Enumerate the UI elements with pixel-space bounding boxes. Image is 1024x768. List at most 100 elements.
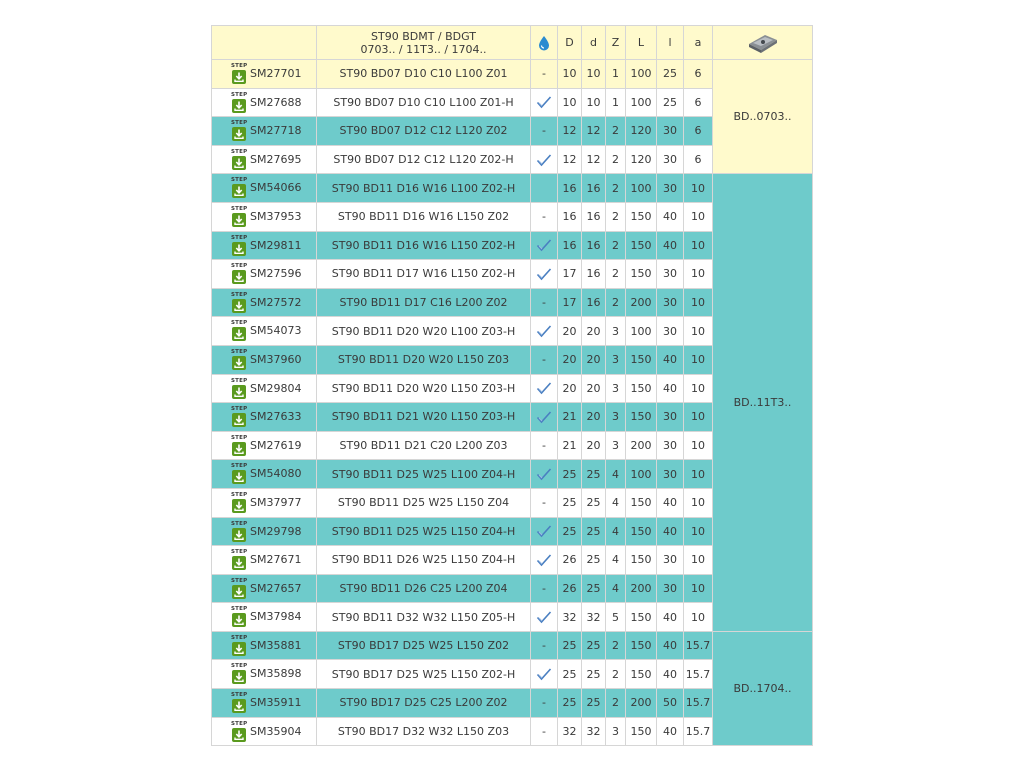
product-code[interactable]: SM27633 (250, 410, 301, 423)
step-download-button[interactable]: STEP (231, 235, 247, 257)
product-code[interactable]: SM54073 (250, 324, 301, 337)
product-code[interactable]: SM27572 (250, 296, 301, 309)
header-d: d (581, 25, 606, 60)
step-download-button[interactable]: STEP (231, 206, 247, 228)
product-code[interactable]: SM29811 (250, 239, 301, 252)
step-download-button[interactable]: STEP (231, 349, 247, 371)
product-code-cell: STEP SM29804 (211, 373, 317, 404)
product-code[interactable]: SM54066 (250, 181, 301, 194)
product-code[interactable]: SM27596 (250, 267, 301, 280)
dim-L-cell: 200 (625, 688, 657, 718)
dim-l-cell: 25 (656, 59, 684, 89)
product-code[interactable]: SM37953 (250, 210, 301, 223)
product-code[interactable]: SM37984 (250, 610, 301, 623)
step-download-button[interactable]: STEP (231, 378, 247, 400)
step-download-button[interactable]: STEP (231, 149, 247, 171)
step-label: STEP (231, 434, 248, 441)
step-download-button[interactable]: STEP (231, 177, 247, 199)
product-code-cell: STEP SM27718 (211, 116, 317, 146)
step-download-button[interactable]: STEP (231, 578, 247, 600)
product-code-cell: STEP SM27596 (211, 259, 317, 289)
product-description: ST90 BD11 D20 W20 L150 Z03 (316, 344, 531, 375)
dim-L-cell: 100 (625, 87, 657, 118)
coolant-value: - (542, 724, 546, 738)
coolant-cell (530, 459, 558, 489)
checkmark-icon (532, 610, 557, 624)
product-code[interactable]: SM29804 (250, 382, 301, 395)
dim-d-cell: 20 (581, 402, 606, 432)
download-icon (232, 641, 246, 656)
dim-a-cell: 6 (683, 116, 713, 146)
product-code[interactable]: SM35898 (250, 667, 301, 680)
dim-a-cell: 10 (683, 259, 713, 289)
step-download-button[interactable]: STEP (231, 63, 247, 85)
product-code[interactable]: SM27718 (250, 124, 301, 137)
step-download-button[interactable]: STEP (231, 492, 247, 514)
dim-D-cell: 25 (557, 459, 582, 489)
step-download-button[interactable]: STEP (231, 606, 247, 628)
step-download-button[interactable]: STEP (231, 92, 247, 114)
dim-a-cell: 6 (683, 144, 713, 175)
step-download-button[interactable]: STEP (231, 120, 247, 142)
dim-l-cell: 40 (656, 630, 684, 661)
dim-L-cell: 100 (625, 316, 657, 346)
coolant-value: - (542, 581, 546, 595)
product-code-cell: STEP SM54073 (211, 316, 317, 346)
dim-D-cell: 25 (557, 487, 582, 518)
download-icon (232, 327, 246, 342)
product-code[interactable]: SM27688 (250, 96, 301, 109)
step-download-button[interactable]: STEP (231, 406, 247, 428)
dim-a-cell: 10 (683, 430, 713, 461)
step-download-button[interactable]: STEP (231, 463, 247, 485)
step-download-button[interactable]: STEP (231, 721, 247, 743)
product-code-cell: STEP SM27572 (211, 287, 317, 318)
product-description: ST90 BD07 D12 C12 L120 Z02 (316, 116, 531, 146)
product-code[interactable]: SM35904 (250, 725, 301, 738)
dim-L-cell: 100 (625, 173, 657, 203)
dim-Z-cell: 3 (605, 316, 626, 346)
dim-D-cell: 16 (557, 201, 582, 232)
header-a: a (683, 25, 713, 60)
product-code-cell: STEP SM27695 (211, 144, 317, 175)
product-code[interactable]: SM27701 (250, 67, 301, 80)
product-code[interactable]: SM27619 (250, 439, 301, 452)
download-icon (232, 127, 246, 142)
step-download-button[interactable]: STEP (231, 320, 247, 342)
step-label: STEP (231, 320, 248, 327)
product-code-cell: STEP SM29811 (211, 230, 317, 261)
dim-D-cell: 17 (557, 287, 582, 318)
step-download-button[interactable]: STEP (231, 692, 247, 714)
step-download-button[interactable]: STEP (231, 435, 247, 457)
dim-l-cell: 30 (656, 402, 684, 432)
dim-Z-cell: 2 (605, 659, 626, 690)
product-code[interactable]: SM37960 (250, 353, 301, 366)
step-download-button[interactable]: STEP (231, 521, 247, 543)
dim-Z-cell: 2 (605, 259, 626, 289)
dim-Z-cell: 2 (605, 688, 626, 718)
product-code[interactable]: SM27671 (250, 553, 301, 566)
product-code[interactable]: SM27657 (250, 582, 301, 595)
dim-a-cell: 15.7 (683, 716, 713, 747)
step-download-button[interactable]: STEP (231, 292, 247, 314)
step-download-button[interactable]: STEP (231, 263, 247, 285)
product-code[interactable]: SM37977 (250, 496, 301, 509)
dim-a-cell: 10 (683, 316, 713, 346)
dim-D-cell: 16 (557, 173, 582, 203)
product-code[interactable]: SM27695 (250, 153, 301, 166)
product-code-cell: STEP SM27657 (211, 573, 317, 604)
coolant-cell (530, 87, 558, 118)
step-download-button[interactable]: STEP (231, 663, 247, 685)
product-description: ST90 BD11 D21 W20 L150 Z03-H (316, 402, 531, 432)
product-code[interactable]: SM29798 (250, 525, 301, 538)
product-code-cell: STEP SM35898 (211, 659, 317, 690)
product-description: ST90 BD17 D25 W25 L150 Z02 (316, 630, 531, 661)
dim-D-cell: 20 (557, 373, 582, 404)
download-icon (232, 184, 246, 199)
product-code[interactable]: SM35911 (250, 696, 301, 709)
dim-l-cell: 40 (656, 659, 684, 690)
product-description: ST90 BD11 D16 W16 L150 Z02 (316, 201, 531, 232)
product-code[interactable]: SM35881 (250, 639, 301, 652)
product-code[interactable]: SM54080 (250, 467, 301, 480)
step-download-button[interactable]: STEP (231, 635, 247, 657)
step-download-button[interactable]: STEP (231, 549, 247, 571)
